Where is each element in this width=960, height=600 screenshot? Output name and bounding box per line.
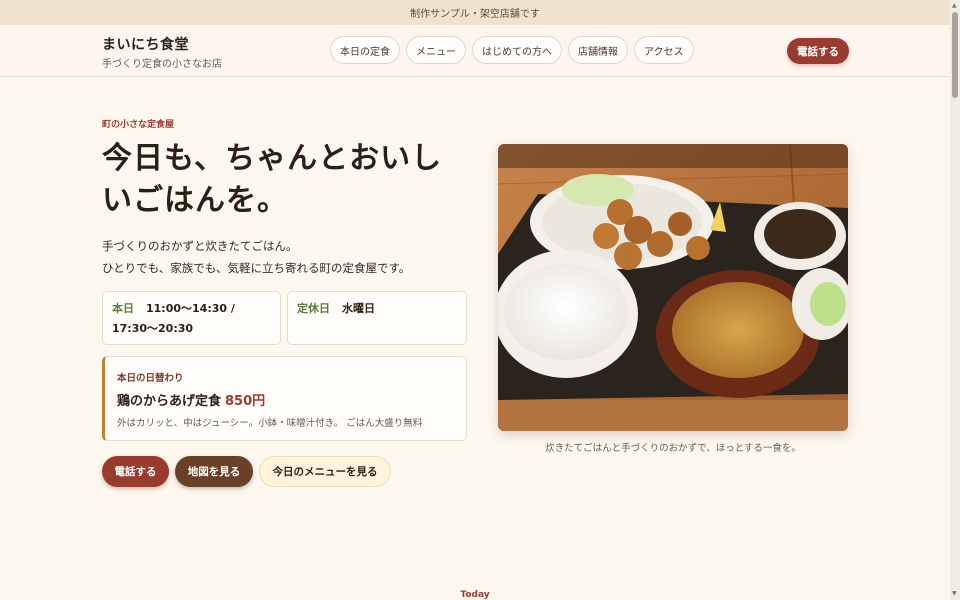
brand-title[interactable]: まいにち食堂	[102, 34, 189, 54]
closed-day-value: 水曜日	[342, 302, 375, 315]
closed-day-label: 定休日	[297, 302, 330, 315]
daily-special-price: 850円	[225, 394, 266, 409]
nav-item-store-info[interactable]: 店舗情報	[568, 36, 628, 64]
closed-day-card: 定休日 水曜日	[287, 291, 467, 345]
headline-line-1: 今日も、ちゃんとおいし	[102, 141, 443, 176]
daily-special-description: 外はカリッと、中はジューシー。小鉢・味噌汁付き。 ごはん大盛り無料	[117, 418, 423, 429]
sample-notice-bar: 制作サンプル・架空店舗です	[0, 0, 950, 25]
hours-label: 本日	[112, 302, 134, 315]
hours-card: 本日 11:00〜14:30 / 17:30〜20:30	[102, 291, 281, 345]
nav-item-access[interactable]: アクセス	[634, 36, 694, 64]
next-section-eyebrow: Today	[460, 590, 490, 600]
todays-menu-button[interactable]: 今日のメニューを見る	[259, 456, 391, 487]
photo-caption: 炊きたてごはんと手づくりのおかずで、ほっとする一食を。	[545, 443, 801, 454]
nav-item-first-visit[interactable]: はじめての方へ	[472, 36, 562, 64]
daily-special-label: 本日の日替わり	[117, 373, 184, 384]
scroll-up-arrow-icon[interactable]: ▲	[952, 2, 957, 9]
map-button[interactable]: 地図を見る	[175, 456, 253, 487]
hours-value-1: 11:00〜14:30 /	[146, 302, 235, 315]
daily-special-name: 鶏のからあげ定食	[117, 394, 222, 409]
headline-line-2: いごはんを。	[102, 183, 288, 218]
main-nav: 本日の定食 メニュー はじめての方へ 店舗情報 アクセス	[330, 36, 694, 64]
scroll-down-arrow-icon[interactable]: ▼	[952, 590, 957, 597]
lead-line-2: ひとりでも、家族でも、気軽に立ち寄れる町の定食屋です。	[102, 261, 411, 275]
hero-lead: 手づくりのおかずと炊きたてごはん。 ひとりでも、家族でも、気軽に立ち寄れる町の定…	[102, 235, 462, 279]
site-header: まいにち食堂 手づくり定食の小さなお店 本日の定食 メニュー はじめての方へ 店…	[0, 25, 950, 77]
brand-tagline: 手づくり定食の小さなお店	[102, 59, 222, 70]
nav-item-menu[interactable]: メニュー	[406, 36, 466, 64]
lead-line-1: 手づくりのおかずと炊きたてごはん。	[102, 239, 298, 253]
daily-special-title: 鶏のからあげ定食 850円	[117, 390, 265, 409]
call-button[interactable]: 電話する	[102, 456, 169, 487]
nav-item-todays-set[interactable]: 本日の定食	[330, 36, 400, 64]
hero-food-photo	[498, 144, 848, 431]
hours-value-2: 17:30〜20:30	[112, 322, 194, 335]
header-call-button[interactable]: 電話する	[787, 38, 849, 64]
hero-headline: 今日も、ちゃんとおいし いごはんを。	[102, 138, 462, 222]
sample-notice-text: 制作サンプル・架空店舗です	[410, 9, 540, 20]
set-meal-illustration	[498, 144, 848, 431]
scrollbar-thumb[interactable]	[952, 12, 958, 98]
daily-special-card: 本日の日替わり 鶏のからあげ定食 850円 外はカリッと、中はジューシー。小鉢・味…	[102, 356, 467, 441]
hero-eyebrow: 町の小さな定食屋	[102, 120, 175, 130]
